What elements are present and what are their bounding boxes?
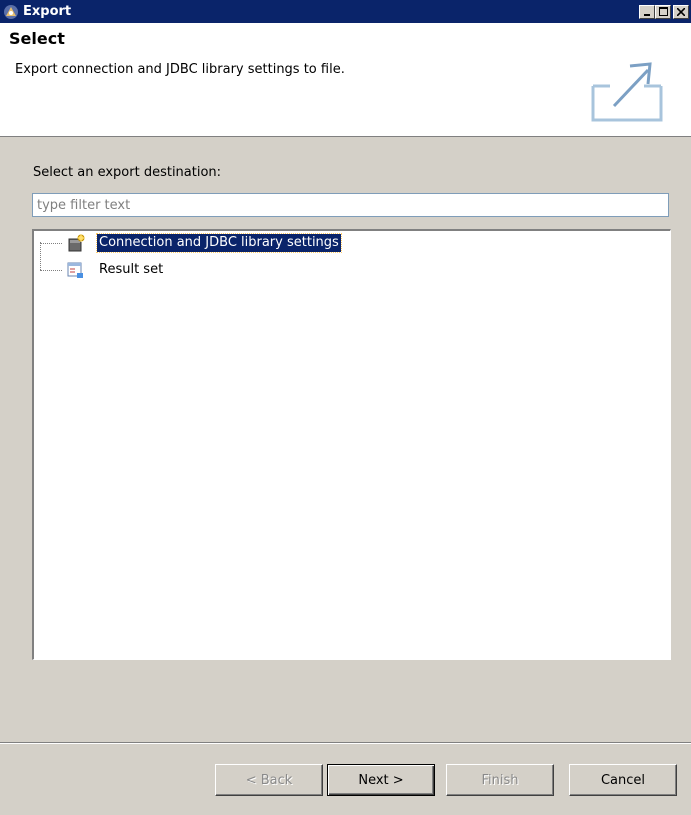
destination-label: Select an export destination: [33, 165, 222, 180]
title-bar[interactable]: Export [0, 0, 691, 23]
maximize-button[interactable] [655, 4, 671, 19]
tree-item-label[interactable]: Result set [97, 261, 165, 279]
footer-separator-highlight [0, 743, 691, 744]
cancel-button[interactable]: Cancel [569, 764, 677, 796]
close-button[interactable] [673, 4, 689, 19]
next-button[interactable]: Next > [327, 764, 435, 796]
connection-settings-icon [67, 234, 85, 252]
tree-item-label[interactable]: Connection and JDBC library settings [96, 233, 342, 253]
back-button[interactable]: < Back [215, 764, 323, 796]
tree-connector [40, 243, 62, 245]
result-set-icon [67, 261, 85, 279]
wizard-header: Select Export connection and JDBC librar… [0, 23, 691, 137]
minimize-button[interactable] [639, 4, 655, 19]
tree-item[interactable]: Connection and JDBC library settings [34, 233, 670, 253]
app-icon [3, 4, 19, 20]
destination-tree[interactable]: Connection and JDBC library settings Res… [32, 229, 671, 660]
tree-connector [40, 270, 62, 272]
page-title: Select [9, 29, 65, 48]
finish-button[interactable]: Finish [446, 764, 554, 796]
export-arrow-icon [590, 56, 664, 128]
window-title: Export [23, 4, 72, 19]
filter-input[interactable] [32, 193, 669, 217]
page-description: Export connection and JDBC library setti… [15, 62, 345, 77]
tree-item[interactable]: Result set [34, 260, 670, 280]
